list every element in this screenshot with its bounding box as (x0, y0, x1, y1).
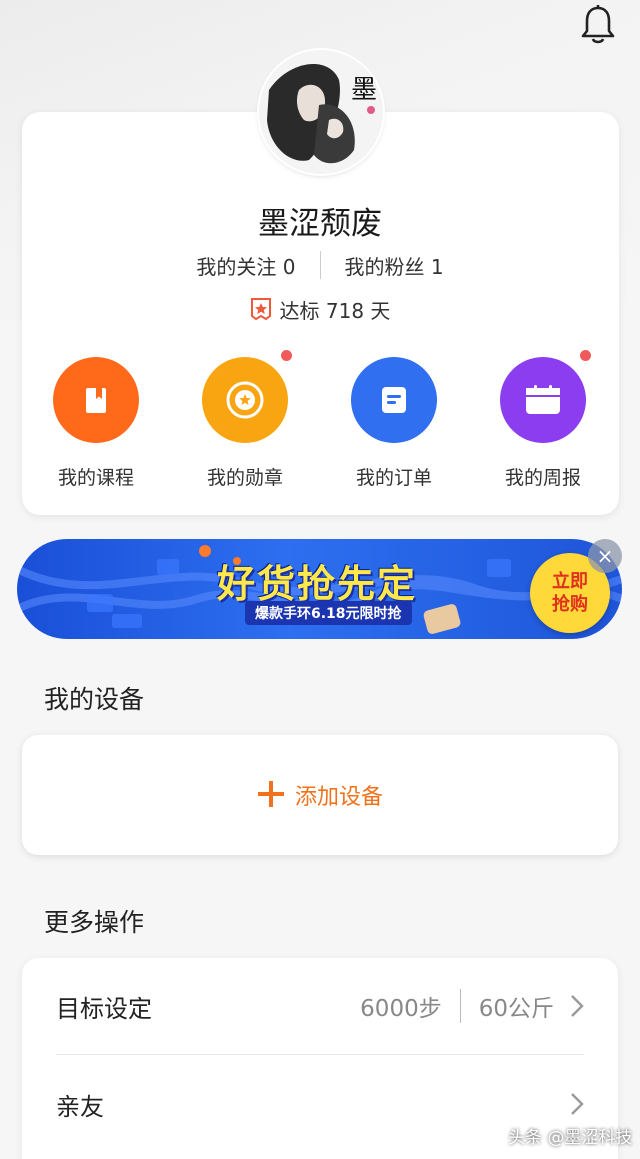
followers-count[interactable]: 我的粉丝 1 (345, 251, 444, 280)
medal-icon (202, 357, 288, 443)
banner-subtitle: 爆款手环6.18元限时抢 (245, 601, 412, 625)
watermark-text: 头条 @墨涩科技 (508, 1128, 633, 1148)
star-badge-icon (250, 297, 272, 321)
friends-label: 亲友 (56, 1092, 104, 1121)
quick-action-label: 我的周报 (504, 467, 581, 489)
following-count[interactable]: 我的关注 0 (196, 251, 295, 280)
quick-action-label: 我的订单 (355, 467, 432, 489)
plus-icon (257, 775, 285, 815)
quick-action-label: 我的勋章 (206, 467, 283, 489)
buy-now-line2: 抢购 (552, 594, 588, 615)
streak-text: 达标 718 天 (279, 298, 391, 323)
medal-notification-dot (281, 350, 292, 361)
goal-setting-row[interactable]: 目标设定 6000步 60公斤 (22, 958, 618, 1055)
quick-action-medals[interactable]: 我的勋章 (185, 357, 305, 490)
book-icon (53, 357, 139, 443)
quick-action-orders[interactable]: 我的订单 (334, 357, 454, 490)
order-icon (351, 357, 437, 443)
quick-action-courses[interactable]: 我的课程 (36, 357, 156, 490)
follow-stats: 我的关注 0 我的粉丝 1 (0, 250, 640, 280)
goal-weight: 60公斤 (478, 996, 554, 1022)
username: 墨涩颓废 (258, 206, 382, 242)
row-divider (56, 1054, 584, 1055)
report-notification-dot (580, 350, 591, 361)
report-icon (500, 357, 586, 443)
avatar[interactable]: 墨 (259, 50, 383, 174)
goal-values: 6000步 60公斤 (360, 989, 584, 1023)
buy-now-line1: 立即 (552, 571, 588, 592)
banner-title: 好货抢先定 (217, 562, 418, 606)
chevron-right-icon (571, 995, 584, 1017)
goal-divider (459, 989, 461, 1023)
banner-close-icon[interactable]: × (588, 539, 622, 573)
quick-action-weekly-report[interactable]: 我的周报 (483, 357, 603, 490)
friends-right (554, 1092, 584, 1116)
goal-setting-label: 目标设定 (56, 994, 152, 1023)
stats-divider (319, 251, 321, 279)
svg-text:墨: 墨 (351, 75, 377, 105)
quick-action-label: 我的课程 (57, 467, 134, 489)
streak-row: 达标 718 天 (0, 295, 640, 323)
more-section-title: 更多操作 (44, 908, 145, 937)
add-device-button[interactable]: 添加设备 (22, 735, 618, 855)
goal-steps: 6000步 (360, 996, 442, 1022)
chevron-right-icon (571, 1093, 584, 1115)
devices-section-title: 我的设备 (44, 685, 145, 714)
notification-bell-icon[interactable] (578, 4, 618, 46)
add-device-label: 添加设备 (294, 785, 383, 810)
